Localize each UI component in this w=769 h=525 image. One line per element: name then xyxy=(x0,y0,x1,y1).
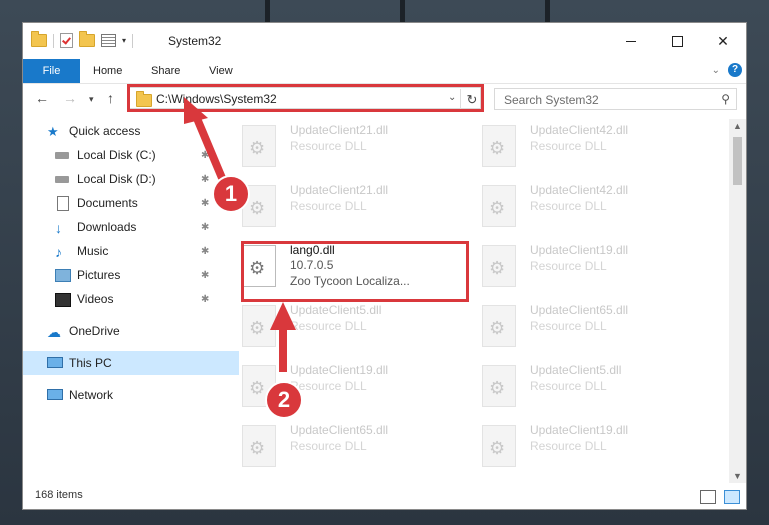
callout-badge-1: 1 xyxy=(212,175,250,213)
callout-badge-2: 2 xyxy=(265,381,303,419)
callout-arrow-2 xyxy=(270,302,296,372)
callout-arrow-1 xyxy=(184,97,226,180)
callout-arrows xyxy=(184,97,296,372)
